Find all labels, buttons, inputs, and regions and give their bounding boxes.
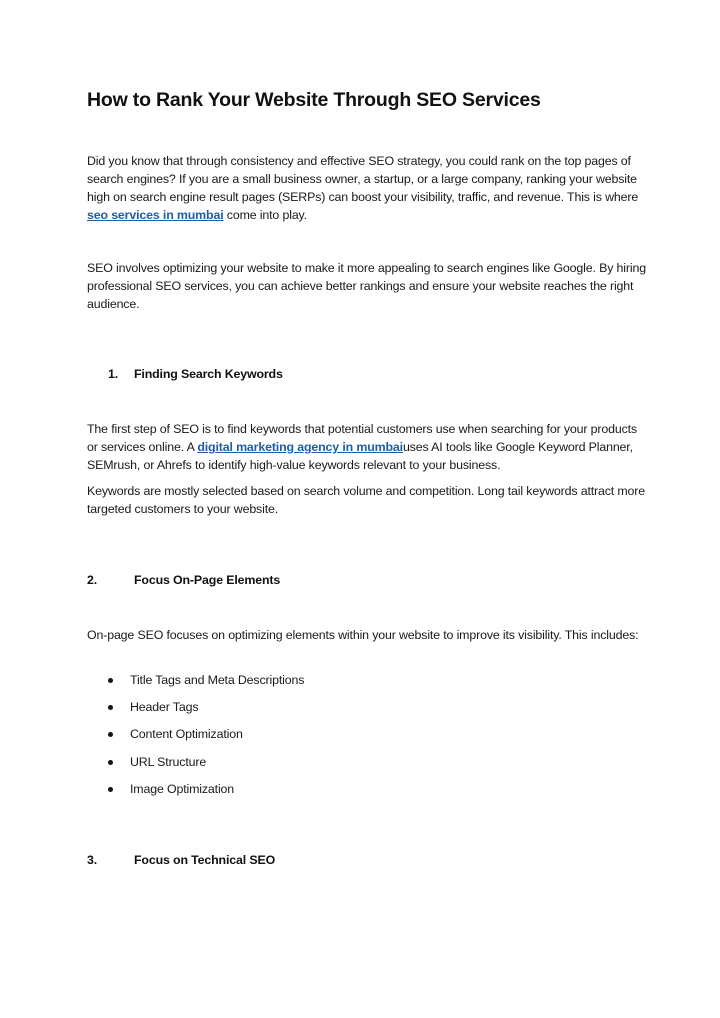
document-title: How to Rank Your Website Through SEO Ser…: [87, 89, 541, 111]
list-item-text: Content Optimization: [130, 727, 243, 742]
bullet-icon: [108, 786, 113, 792]
intro-text-end: come into play.: [223, 208, 307, 222]
section-2-paragraph: On-page SEO focuses on optimizing elemen…: [87, 628, 639, 642]
seo-explanation-paragraph: SEO involves optimizing your website to …: [87, 261, 646, 311]
section-1-title: Finding Search Keywords: [134, 367, 283, 381]
section-1-number: 1.: [108, 367, 119, 381]
section-3-title: Focus on Technical SEO: [134, 853, 276, 867]
section-3-number: 3.: [87, 853, 98, 867]
list-item-text: URL Structure: [130, 754, 207, 769]
digital-marketing-agency-link[interactable]: digital marketing agency in mumbai: [197, 440, 403, 454]
list-item-text: Image Optimization: [130, 781, 235, 796]
section-2-number: 2.: [87, 573, 98, 587]
bullet-icon: [108, 732, 113, 738]
bullet-icon: [108, 759, 113, 765]
section-1-paragraph-2: Keywords are mostly selected based on se…: [87, 484, 646, 516]
bullet-icon: [108, 678, 113, 683]
bullet-icon: [108, 705, 113, 711]
intro-text: Did you know that through consistency an…: [87, 154, 639, 204]
seo-services-link[interactable]: seo services in mumbai: [87, 208, 224, 222]
list-item-text: Title Tags and Meta Descriptions: [130, 673, 305, 687]
section-1-paragraph-1: The first step of SEO is to find keyword…: [87, 420, 647, 474]
section-2-title: Focus On-Page Elements: [134, 573, 281, 587]
list-item-text: Header Tags: [130, 700, 199, 715]
intro-paragraph: Did you know that through consistency an…: [87, 152, 647, 224]
document-page: How to Rank Your Website Through SEO Ser…: [0, 0, 720, 1018]
